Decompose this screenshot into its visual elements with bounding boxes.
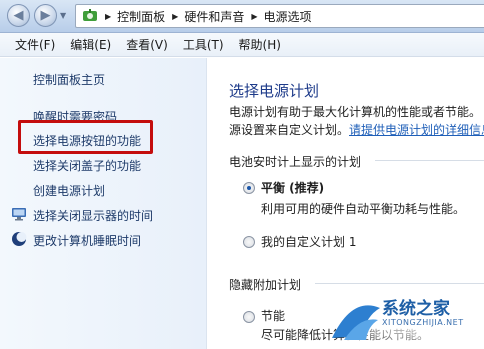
description-line-2: 源设置来自定义计划。请提供电源计划的详细信息 bbox=[229, 121, 484, 138]
menu-view[interactable]: 查看(V) bbox=[126, 36, 168, 53]
breadcrumb-separator: ▶ bbox=[172, 11, 179, 21]
plan-balanced-desc: 利用可用的硬件自动平衡功耗与性能。 bbox=[261, 202, 466, 216]
forward-button[interactable]: ▶ bbox=[34, 4, 57, 27]
plan-power-saver-label[interactable]: 节能 bbox=[261, 307, 285, 324]
group-divider bbox=[315, 283, 484, 284]
address-bar[interactable]: ▶ 控制面板 ▶ 硬件和声音 ▶ 电源选项 bbox=[75, 4, 484, 28]
forward-arrow-icon: ▶ bbox=[40, 8, 51, 23]
breadcrumb-hardware-sound[interactable]: 硬件和声音 bbox=[184, 8, 244, 25]
menu-edit[interactable]: 编辑(E) bbox=[70, 36, 111, 53]
title-bar: ◀ ▶ ▼ ▶ 控制面板 ▶ 硬件和声音 ▶ 电源选项 bbox=[0, 0, 484, 33]
sidebar-link-display-off[interactable]: 选择关闭显示器的时间 bbox=[33, 207, 153, 224]
menu-tools[interactable]: 工具(T) bbox=[183, 36, 224, 53]
plan-custom-radio[interactable] bbox=[243, 236, 255, 248]
battery-group-label: 电池安时计上显示的计划 bbox=[229, 155, 362, 169]
menu-file[interactable]: 文件(F) bbox=[15, 36, 55, 53]
plan-power-saver-radio[interactable] bbox=[243, 311, 255, 323]
group-divider bbox=[375, 160, 484, 161]
breadcrumb-separator: ▶ bbox=[105, 11, 112, 21]
plan-details-link[interactable]: 请提供电源计划的详细信息 bbox=[349, 123, 484, 137]
menu-help[interactable]: 帮助(H) bbox=[239, 36, 281, 53]
recent-pages-dropdown[interactable]: ▼ bbox=[60, 11, 69, 20]
watermark-text: 系统之家 bbox=[382, 299, 450, 319]
breadcrumb-separator: ▶ bbox=[251, 11, 258, 21]
plan-balanced-label[interactable]: 平衡 (推荐) bbox=[261, 179, 324, 196]
display-icon bbox=[12, 208, 26, 221]
sidebar-link-control-panel-home[interactable]: 控制面板主页 bbox=[33, 71, 105, 88]
plan-custom-label[interactable]: 我的自定义计划 1 bbox=[261, 233, 356, 250]
sidebar-link-create-plan[interactable]: 创建电源计划 bbox=[33, 182, 105, 199]
page-title: 选择电源计划 bbox=[229, 82, 320, 100]
breadcrumb-power-options[interactable]: 电源选项 bbox=[264, 8, 312, 25]
description-text: 源设置来自定义计划。 bbox=[229, 123, 350, 137]
hidden-plans-label: 隐藏附加计划 bbox=[229, 278, 302, 292]
back-arrow-icon: ◀ bbox=[13, 8, 24, 23]
sleep-moon-icon bbox=[12, 232, 27, 246]
watermark-subtext: XITONGZHIJIA.NET bbox=[382, 318, 464, 327]
sidebar: 控制面板主页 唤醒时需要密码 选择电源按钮的功能 选择关闭盖子的功能 创建电源计… bbox=[0, 58, 207, 349]
highlight-box bbox=[18, 120, 153, 154]
description-line-1: 电源计划有助于最大化计算机的性能或者节能。 bbox=[229, 105, 482, 119]
menu-bar: 文件(F) 编辑(E) 查看(V) 工具(T) 帮助(H) bbox=[0, 33, 484, 57]
back-button[interactable]: ◀ bbox=[7, 4, 30, 27]
plan-balanced-radio[interactable] bbox=[243, 182, 255, 194]
breadcrumb-control-panel[interactable]: 控制面板 bbox=[117, 8, 165, 25]
sidebar-link-close-lid[interactable]: 选择关闭盖子的功能 bbox=[33, 157, 141, 174]
control-panel-icon bbox=[83, 9, 97, 21]
sidebar-link-sleep-time[interactable]: 更改计算机睡眠时间 bbox=[33, 232, 141, 249]
